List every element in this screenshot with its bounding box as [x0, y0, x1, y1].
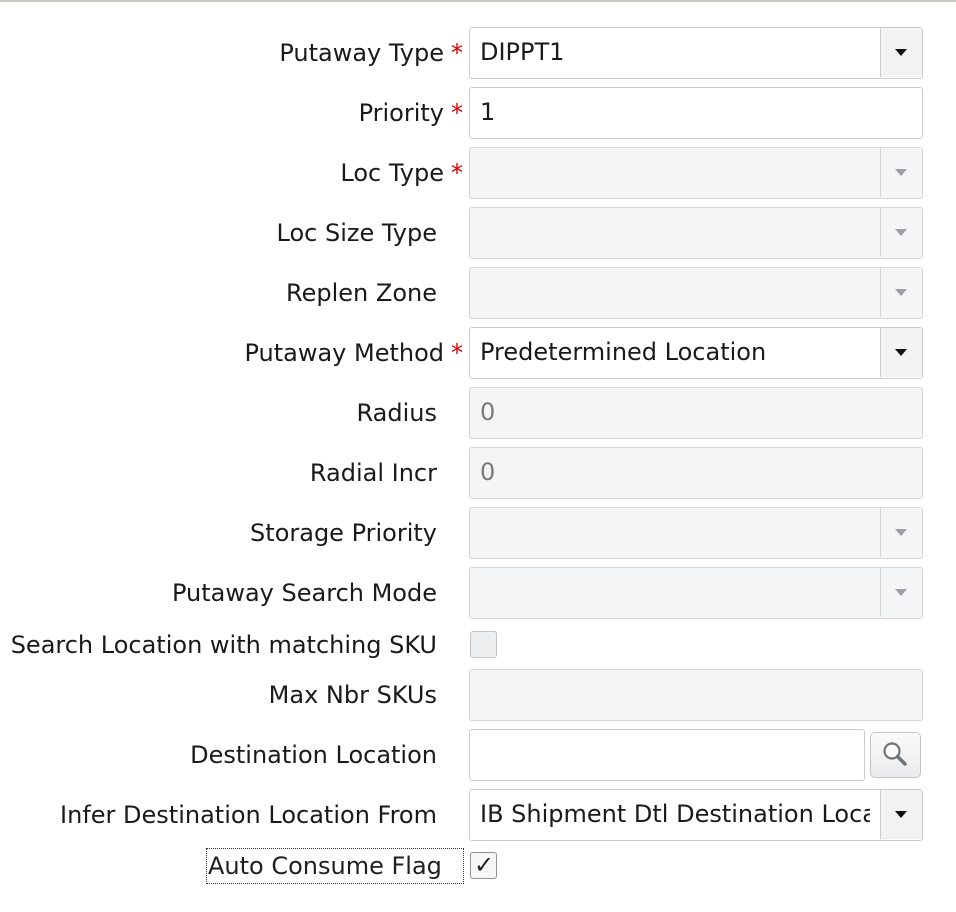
putaway-search-mode-value [480, 568, 870, 617]
search-icon [883, 742, 907, 766]
destination-location-label: Destination Location [190, 741, 437, 769]
destination-location-search-button[interactable] [870, 732, 921, 778]
putaway-search-mode-row: Putaway Search Mode [0, 567, 956, 619]
destination-location-value [480, 730, 854, 779]
destination-location-row: Destination Location [0, 729, 956, 781]
chevron-down-icon [895, 49, 907, 56]
radius-value: 0 [480, 398, 496, 426]
replen-zone-select[interactable] [469, 267, 923, 319]
max-nbr-skus-label: Max Nbr SKUs [268, 681, 437, 709]
required-marker: * [451, 159, 463, 187]
loc-size-type-label: Loc Size Type [276, 219, 437, 247]
radius-input[interactable]: 0 [469, 387, 923, 439]
destination-location-input[interactable] [469, 729, 865, 781]
radial-incr-value: 0 [480, 458, 496, 486]
chevron-down-icon [895, 589, 907, 596]
chevron-down-icon [895, 229, 907, 236]
radius-row: Radius 0 [0, 387, 956, 439]
auto-consume-flag-row: Auto Consume Flag ✓ [0, 846, 956, 886]
loc-size-type-value [480, 208, 870, 257]
top-divider [0, 0, 956, 2]
max-nbr-skus-value [480, 670, 870, 719]
putaway-search-mode-dropdown-button[interactable] [880, 568, 922, 617]
loc-size-type-select[interactable] [469, 207, 923, 259]
putaway-type-value: DIPPT1 [480, 38, 565, 66]
priority-row: Priority * 1 [0, 87, 956, 139]
putaway-method-select[interactable]: Predetermined Location [469, 327, 923, 379]
required-marker: * [451, 39, 463, 67]
priority-input[interactable]: 1 [469, 87, 923, 139]
storage-priority-dropdown-button[interactable] [880, 508, 922, 557]
loc-size-type-dropdown-button[interactable] [880, 208, 922, 257]
loc-type-row: Loc Type * [0, 147, 956, 199]
radius-label: Radius [356, 399, 437, 427]
putaway-method-dropdown-button[interactable] [880, 328, 922, 377]
priority-value: 1 [480, 98, 496, 126]
chevron-down-icon [895, 169, 907, 176]
loc-size-type-row: Loc Size Type [0, 207, 956, 259]
auto-consume-flag-label[interactable]: Auto Consume Flag [206, 848, 464, 884]
storage-priority-row: Storage Priority [0, 507, 956, 559]
chevron-down-icon [895, 529, 907, 536]
radial-incr-row: Radial Incr 0 [0, 447, 956, 499]
chevron-down-icon [895, 349, 907, 356]
loc-type-select[interactable] [469, 147, 923, 199]
replen-zone-label: Replen Zone [286, 279, 437, 307]
loc-type-label: Loc Type * [340, 159, 463, 187]
max-nbr-skus-row: Max Nbr SKUs [0, 669, 956, 721]
putaway-method-value: Predetermined Location [480, 338, 767, 366]
infer-destination-location-value: IB Shipment Dtl Destination Locat [480, 800, 870, 828]
search-location-matching-sku-label: Search Location with matching SKU [10, 631, 437, 659]
storage-priority-value [480, 508, 870, 557]
infer-destination-location-dropdown-button[interactable] [880, 790, 922, 839]
putaway-search-mode-label: Putaway Search Mode [171, 579, 437, 607]
required-marker: * [451, 339, 463, 367]
infer-destination-location-select[interactable]: IB Shipment Dtl Destination Locat [469, 789, 923, 841]
loc-type-value [480, 148, 870, 197]
replen-zone-row: Replen Zone [0, 267, 956, 319]
chevron-down-icon [895, 289, 907, 296]
loc-type-dropdown-button[interactable] [880, 148, 922, 197]
replen-zone-dropdown-button[interactable] [880, 268, 922, 317]
putaway-type-row: Putaway Type * DIPPT1 [0, 27, 956, 79]
putaway-type-label: Putaway Type * [279, 39, 463, 67]
search-location-matching-sku-checkbox[interactable] [470, 631, 497, 658]
radial-incr-input[interactable]: 0 [469, 447, 923, 499]
search-location-matching-sku-row: Search Location with matching SKU [0, 620, 956, 670]
infer-destination-location-row: Infer Destination Location From IB Shipm… [0, 789, 956, 841]
putaway-type-select[interactable]: DIPPT1 [469, 27, 923, 79]
putaway-method-label: Putaway Method * [244, 339, 463, 367]
putaway-type-dropdown-button[interactable] [880, 28, 922, 77]
putaway-search-mode-select[interactable] [469, 567, 923, 619]
required-marker: * [451, 99, 463, 127]
radial-incr-label: Radial Incr [309, 459, 437, 487]
checkmark-icon: ✓ [474, 851, 495, 879]
putaway-method-row: Putaway Method * Predetermined Location [0, 327, 956, 379]
storage-priority-label: Storage Priority [250, 519, 437, 547]
max-nbr-skus-input[interactable] [469, 669, 923, 721]
priority-label: Priority * [358, 99, 463, 127]
chevron-down-icon [895, 811, 907, 818]
storage-priority-select[interactable] [469, 507, 923, 559]
auto-consume-flag-checkbox[interactable]: ✓ [470, 851, 497, 879]
infer-destination-location-label: Infer Destination Location From [60, 801, 437, 829]
replen-zone-value [480, 268, 870, 317]
